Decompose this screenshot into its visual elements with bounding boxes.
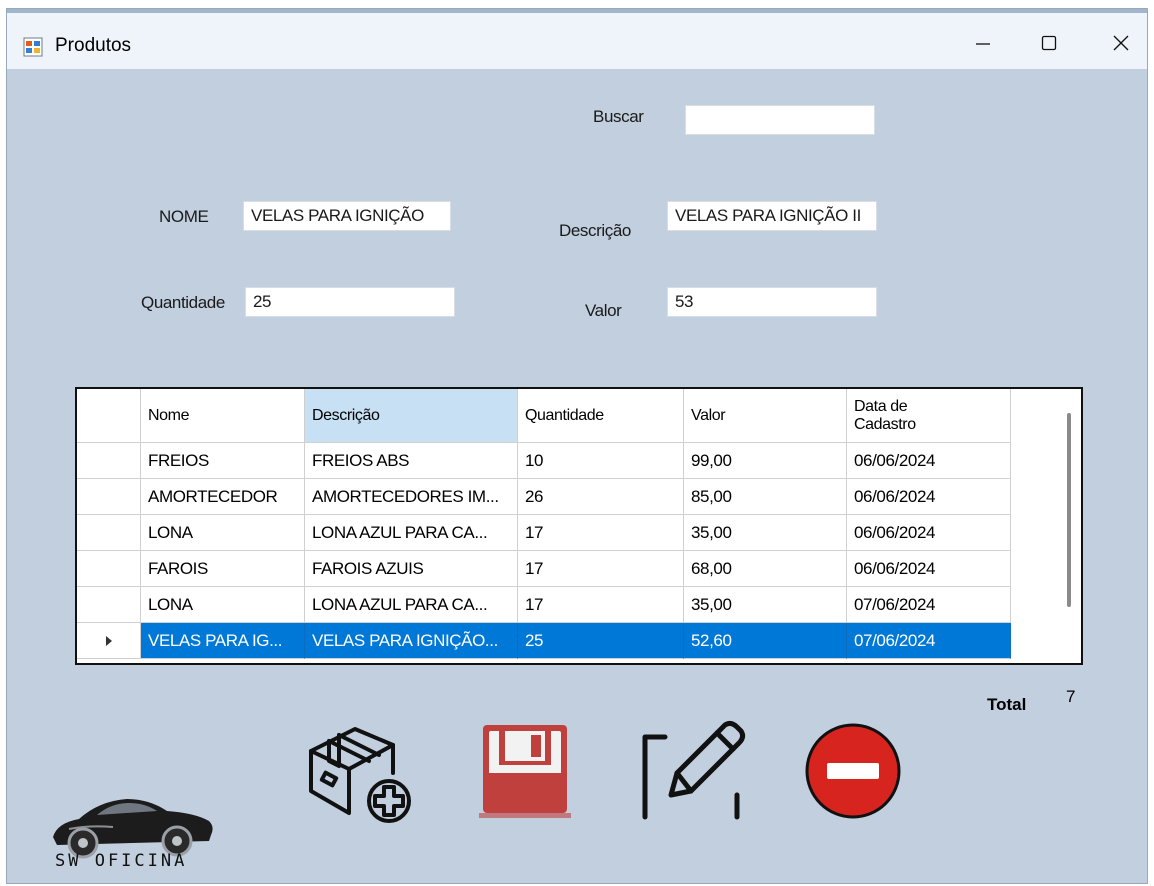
table-cell[interactable]: 17 bbox=[518, 587, 684, 623]
table-cell[interactable]: 52,60 bbox=[684, 623, 847, 659]
window-title: Produtos bbox=[55, 35, 132, 56]
table-cell[interactable]: LONA bbox=[141, 515, 305, 551]
table-cell[interactable]: 06/06/2024 bbox=[847, 443, 1011, 479]
minimize-button[interactable] bbox=[963, 23, 1003, 63]
add-product-button[interactable] bbox=[303, 715, 417, 827]
table-row[interactable]: LONA LONA AZUL PARA CA... 17 35,00 07/06… bbox=[77, 587, 1013, 623]
row-header[interactable] bbox=[77, 551, 141, 587]
column-header-data-cadastro[interactable]: Data de Cadastro bbox=[847, 389, 1011, 443]
table-row[interactable]: FAROIS FAROIS AZUIS 17 68,00 06/06/2024 bbox=[77, 551, 1013, 587]
minus-circle-icon bbox=[805, 723, 901, 819]
table-cell[interactable]: 35,00 bbox=[684, 515, 847, 551]
save-button[interactable] bbox=[477, 721, 573, 821]
table-cell[interactable]: VELAS PARA IG... bbox=[141, 623, 305, 659]
total-label: Total bbox=[987, 695, 1027, 714]
grid-header-row: Nome Descrição Quantidade Valor Data de … bbox=[77, 389, 1013, 443]
table-cell[interactable]: AMORTECEDORES IM... bbox=[305, 479, 518, 515]
table-cell[interactable]: 17 bbox=[518, 515, 684, 551]
products-window: Produtos Buscar NOME Descrição Quantidad… bbox=[6, 8, 1148, 884]
maximize-icon bbox=[1041, 35, 1057, 51]
close-button[interactable] bbox=[1101, 23, 1141, 63]
table-cell[interactable]: 06/06/2024 bbox=[847, 515, 1011, 551]
delete-button[interactable] bbox=[803, 721, 903, 821]
minimize-icon bbox=[976, 43, 990, 45]
name-label: NOME bbox=[159, 207, 209, 226]
box-plus-icon bbox=[309, 727, 411, 823]
table-cell[interactable]: 06/06/2024 bbox=[847, 479, 1011, 515]
table-cell[interactable]: 35,00 bbox=[684, 587, 847, 623]
row-header[interactable] bbox=[77, 443, 141, 479]
row-header[interactable] bbox=[77, 623, 141, 659]
search-input[interactable] bbox=[685, 105, 875, 135]
table-cell[interactable]: LONA AZUL PARA CA... bbox=[305, 515, 518, 551]
table-cell[interactable]: 07/06/2024 bbox=[847, 623, 1011, 659]
value-field[interactable] bbox=[667, 287, 877, 317]
total-value: 7 bbox=[1066, 687, 1076, 706]
table-cell[interactable]: FREIOS bbox=[141, 443, 305, 479]
vertical-scrollbar[interactable] bbox=[1067, 413, 1071, 607]
app-form-icon bbox=[23, 37, 43, 57]
table-cell[interactable]: 17 bbox=[518, 551, 684, 587]
table-cell[interactable]: AMORTECEDOR bbox=[141, 479, 305, 515]
column-header-nome[interactable]: Nome bbox=[141, 389, 305, 443]
name-field[interactable] bbox=[243, 201, 451, 231]
table-cell[interactable]: FAROIS AZUIS bbox=[305, 551, 518, 587]
column-header-valor[interactable]: Valor bbox=[684, 389, 847, 443]
column-header-descricao[interactable]: Descrição bbox=[305, 389, 518, 443]
table-cell[interactable]: FREIOS ABS bbox=[305, 443, 518, 479]
search-label: Buscar bbox=[593, 107, 644, 126]
table-cell[interactable]: LONA bbox=[141, 587, 305, 623]
row-pointer-icon bbox=[105, 635, 112, 646]
table-row[interactable]: FREIOS FREIOS ABS 10 99,00 06/06/2024 bbox=[77, 443, 1013, 479]
row-header[interactable] bbox=[77, 515, 141, 551]
table-cell[interactable]: FAROIS bbox=[141, 551, 305, 587]
table-row[interactable]: LONA LONA AZUL PARA CA... 17 35,00 06/06… bbox=[77, 515, 1013, 551]
table-cell[interactable]: VELAS PARA IGNIÇÃO... bbox=[305, 623, 518, 659]
table-cell[interactable]: 06/06/2024 bbox=[847, 551, 1011, 587]
table-cell[interactable]: 07/06/2024 bbox=[847, 587, 1011, 623]
value-label: Valor bbox=[585, 301, 622, 320]
table-cell[interactable]: 68,00 bbox=[684, 551, 847, 587]
row-header[interactable] bbox=[77, 479, 141, 515]
table-row[interactable]: AMORTECEDOR AMORTECEDORES IM... 26 85,00… bbox=[77, 479, 1013, 515]
quantity-field[interactable] bbox=[245, 287, 455, 317]
table-cell[interactable]: 85,00 bbox=[684, 479, 847, 515]
edit-button[interactable] bbox=[637, 715, 747, 827]
table-cell[interactable]: 25 bbox=[518, 623, 684, 659]
quantity-label: Quantidade bbox=[141, 293, 225, 312]
logo-text: SW OFICINA bbox=[55, 851, 188, 871]
table-cell[interactable]: 10 bbox=[518, 443, 684, 479]
description-field[interactable] bbox=[667, 201, 877, 231]
table-row-selected[interactable]: VELAS PARA IG... VELAS PARA IGNIÇÃO... 2… bbox=[77, 623, 1013, 659]
products-grid[interactable]: Nome Descrição Quantidade Valor Data de … bbox=[75, 387, 1083, 665]
floppy-disk-icon bbox=[479, 725, 571, 818]
table-cell[interactable]: LONA AZUL PARA CA... bbox=[305, 587, 518, 623]
pencil-edit-icon bbox=[642, 720, 746, 820]
table-cell[interactable]: 99,00 bbox=[684, 443, 847, 479]
title-bar: Produtos bbox=[7, 9, 1147, 69]
description-label: Descrição bbox=[559, 221, 631, 240]
table-cell[interactable]: 26 bbox=[518, 479, 684, 515]
row-header-corner[interactable] bbox=[77, 389, 141, 443]
row-header[interactable] bbox=[77, 587, 141, 623]
close-icon bbox=[1113, 35, 1129, 51]
column-header-quantidade[interactable]: Quantidade bbox=[518, 389, 684, 443]
maximize-button[interactable] bbox=[1029, 23, 1069, 63]
